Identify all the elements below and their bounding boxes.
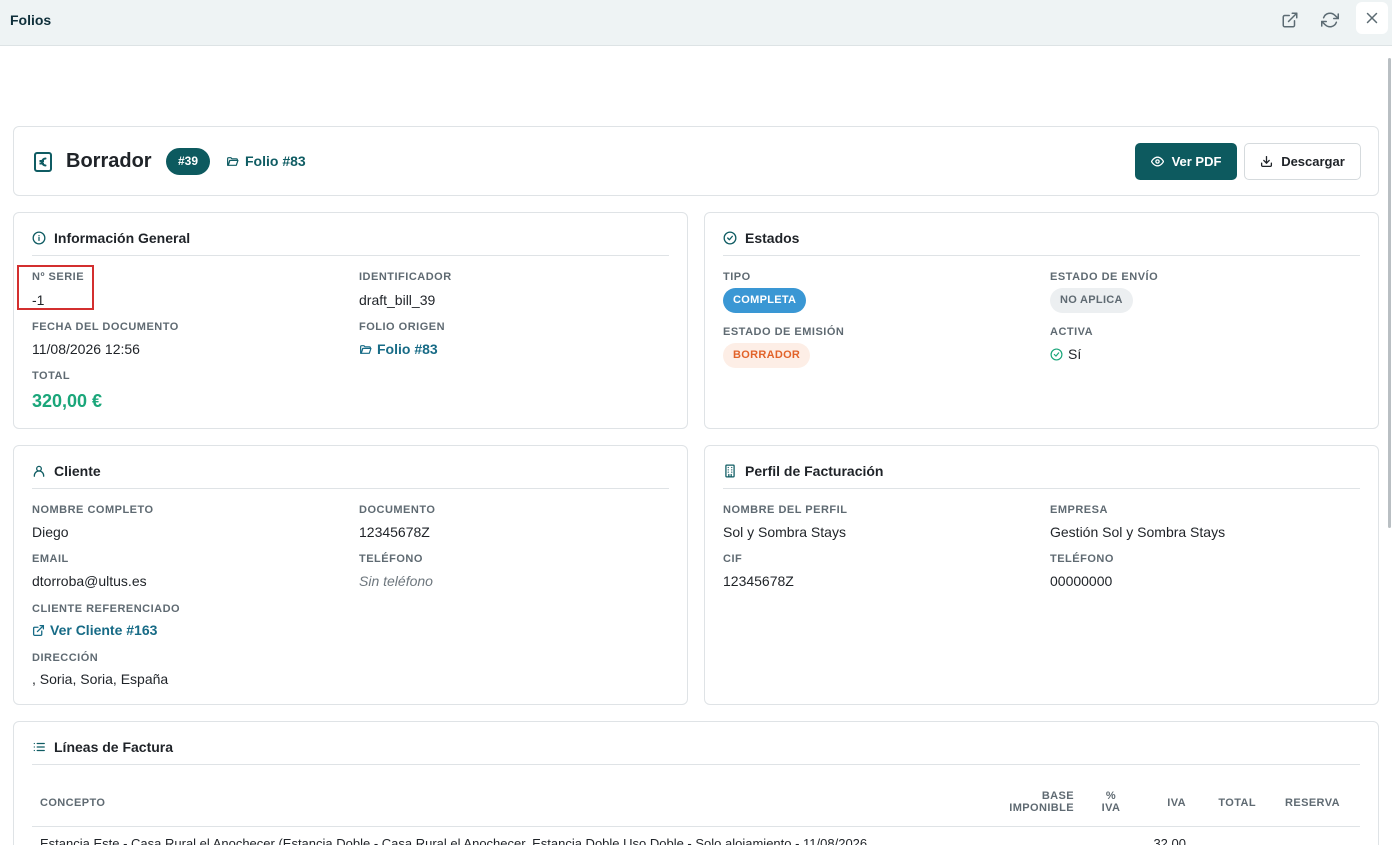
date-value: 11/08/2026 12:56 xyxy=(32,341,140,357)
states-title: Estados xyxy=(723,230,799,246)
client-ref-label: CLIENTE REFERENCIADO xyxy=(32,603,181,615)
serie-label: Nº SERIE xyxy=(32,271,85,283)
user-icon xyxy=(33,465,45,477)
divider xyxy=(32,488,669,489)
column-concept[interactable]: CONCEPTO xyxy=(40,797,105,809)
folio-link[interactable]: Folio #83 xyxy=(226,153,306,169)
client-email-label: EMAIL xyxy=(32,553,69,565)
client-card: Cliente NOMBRE COMPLETO Diego DOCUMENTO … xyxy=(13,445,688,705)
download-button[interactable]: Descargar xyxy=(1244,143,1361,180)
refresh-button[interactable] xyxy=(1314,6,1346,34)
column-base[interactable]: BASE IMPONIBLE xyxy=(1004,790,1074,814)
general-info-card: Información General Nº SERIE -1 IDENTIFI… xyxy=(13,212,688,429)
billing-phone-label: TELÉFONO xyxy=(1050,553,1114,565)
download-icon xyxy=(1261,155,1273,168)
emission-state-badge: BORRADOR xyxy=(723,343,811,368)
document-number-badge: #39 xyxy=(166,148,211,175)
folio-link-label: Folio #83 xyxy=(245,153,306,169)
cif-value: 12345678Z xyxy=(723,573,794,589)
document-title: Borrador xyxy=(66,150,152,172)
table-divider xyxy=(32,826,1360,827)
general-info-title: Información General xyxy=(32,230,190,246)
close-button[interactable] xyxy=(1356,2,1388,34)
send-state-badge: NO APLICA xyxy=(1050,288,1133,313)
profile-name-value: Sol y Sombra Stays xyxy=(723,524,846,540)
active-label: ACTIVA xyxy=(1050,326,1094,338)
client-phone-value: Sin teléfono xyxy=(359,573,433,589)
client-name-value: Diego xyxy=(32,524,69,540)
identifier-value: draft_bill_39 xyxy=(359,292,436,308)
column-iva[interactable]: IVA xyxy=(1154,797,1186,809)
client-address-label: DIRECCIÓN xyxy=(32,652,99,664)
billing-profile-card: Perfil de Facturación NOMBRE DEL PERFIL … xyxy=(704,445,1379,705)
column-total[interactable]: TOTAL xyxy=(1210,797,1256,809)
total-value: 320,00 € xyxy=(32,391,103,411)
table-row-concept: Estancia Este - Casa Rural el Anochecer … xyxy=(40,836,868,845)
external-link-icon xyxy=(1282,12,1298,28)
invoice-lines-title: Líneas de Factura xyxy=(32,739,173,755)
list-icon xyxy=(33,742,45,752)
billing-profile-title: Perfil de Facturación xyxy=(723,463,883,479)
divider xyxy=(32,764,1360,765)
active-value: Sí xyxy=(1050,346,1081,362)
billing-phone-value: 00000000 xyxy=(1050,573,1113,589)
states-card: Estados TIPO COMPLETA ESTADO DE ENVÍO NO… xyxy=(704,212,1379,429)
origin-label: FOLIO ORIGEN xyxy=(359,321,446,333)
building-icon xyxy=(725,464,735,478)
top-bar: Folios xyxy=(0,0,1392,46)
identifier-label: IDENTIFICADOR xyxy=(359,271,452,283)
type-badge: COMPLETA xyxy=(723,288,807,313)
emission-state-label: ESTADO DE EMISIÓN xyxy=(723,326,845,338)
external-link-button[interactable] xyxy=(1274,6,1306,34)
view-pdf-button[interactable]: Ver PDF xyxy=(1135,143,1237,180)
document-header: Borrador #39 Folio #83 Ver PDF Descargar xyxy=(13,126,1379,196)
scrollbar[interactable] xyxy=(1388,58,1391,528)
download-label: Descargar xyxy=(1281,154,1345,169)
invoice-lines-card: Líneas de Factura CONCEPTO BASE IMPONIBL… xyxy=(13,721,1379,845)
client-phone-label: TELÉFONO xyxy=(359,553,423,565)
client-address-value: , Soria, Soria, España xyxy=(32,671,169,687)
divider xyxy=(723,488,1360,489)
date-label: FECHA DEL DOCUMENTO xyxy=(32,321,179,333)
client-email-value: dtorroba@ultus.es xyxy=(32,573,147,589)
profile-name-label: NOMBRE DEL PERFIL xyxy=(723,504,848,516)
check-circle-icon xyxy=(723,231,737,245)
column-reserva[interactable]: RESERVA xyxy=(1285,797,1340,809)
divider xyxy=(723,255,1360,256)
refresh-icon xyxy=(1321,12,1339,28)
client-name-label: NOMBRE COMPLETO xyxy=(32,504,154,516)
folder-open-icon xyxy=(227,156,239,166)
serie-value: -1 xyxy=(32,292,45,308)
company-label: EMPRESA xyxy=(1050,504,1108,516)
cif-label: CIF xyxy=(723,553,743,565)
external-link-icon xyxy=(32,624,45,636)
total-label: TOTAL xyxy=(32,370,71,382)
view-client-link[interactable]: Ver Cliente #163 xyxy=(32,622,157,638)
divider xyxy=(32,255,669,256)
send-state-label: ESTADO DE ENVÍO xyxy=(1050,271,1159,283)
client-document-label: DOCUMENTO xyxy=(359,504,436,516)
column-iva-percent[interactable]: % IVA xyxy=(1096,790,1126,814)
info-icon xyxy=(32,231,46,245)
client-document-value: 12345678Z xyxy=(359,524,430,540)
window-title: Folios xyxy=(10,12,52,28)
origin-folio-link[interactable]: Folio #83 xyxy=(359,341,438,357)
table-row-iva: 32,00 xyxy=(1153,836,1186,845)
company-value: Gestión Sol y Sombra Stays xyxy=(1050,524,1226,540)
type-label: TIPO xyxy=(723,271,751,283)
close-icon xyxy=(1366,12,1378,24)
eye-icon xyxy=(1150,156,1164,167)
client-title: Cliente xyxy=(32,463,101,479)
euro-document-icon xyxy=(34,152,52,172)
view-pdf-label: Ver PDF xyxy=(1171,154,1222,169)
folder-open-icon xyxy=(360,344,372,354)
check-circle-icon xyxy=(1050,347,1063,361)
